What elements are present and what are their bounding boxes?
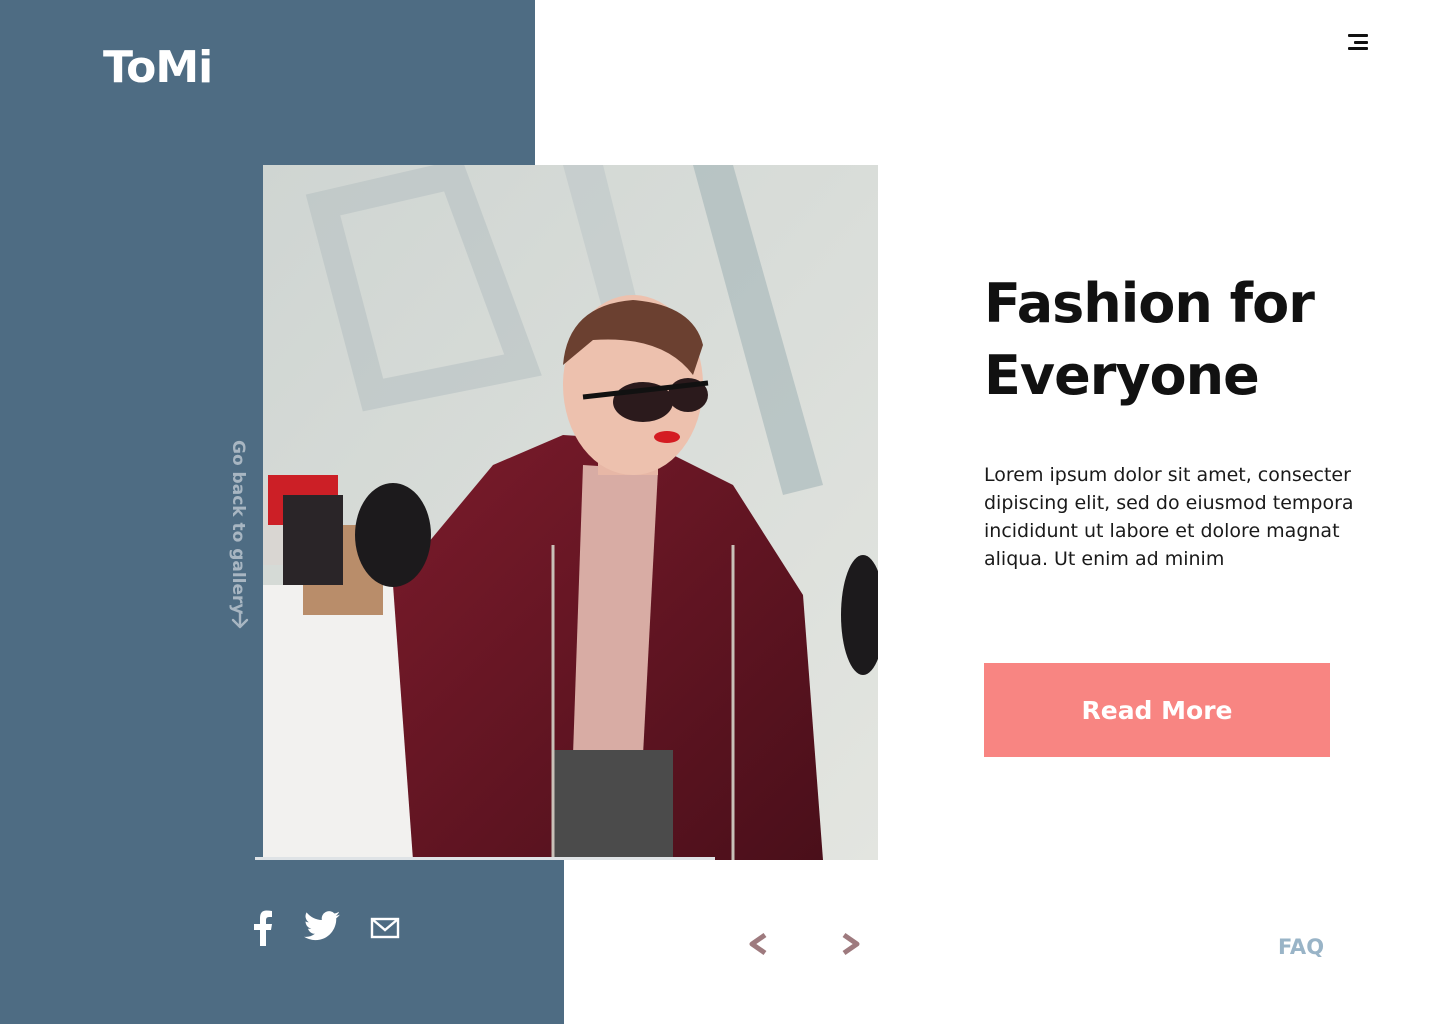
hero-headline: Fashion for Everyone xyxy=(984,272,1315,407)
chevron-right-icon[interactable] xyxy=(840,932,862,956)
twitter-icon[interactable] xyxy=(304,910,340,942)
arrow-down-icon xyxy=(231,610,249,629)
read-more-button[interactable]: Read More xyxy=(984,663,1330,757)
hero-body-text: Lorem ipsum dolor sit amet, consecter di… xyxy=(984,464,1354,570)
mail-icon[interactable] xyxy=(370,910,400,946)
back-to-gallery-link[interactable]: Go back to gallery xyxy=(226,440,256,630)
image-underline xyxy=(255,857,715,860)
hamburger-menu-icon[interactable] xyxy=(1346,34,1368,52)
footer-panel xyxy=(0,860,564,1024)
gallery-link-label: Go back to gallery xyxy=(228,440,248,615)
brand-logo[interactable]: ToMi xyxy=(103,42,213,93)
fashion-photo xyxy=(263,165,878,860)
facebook-icon[interactable] xyxy=(252,910,274,946)
chevron-left-icon[interactable] xyxy=(747,932,769,956)
faq-link[interactable]: FAQ xyxy=(1278,935,1324,959)
